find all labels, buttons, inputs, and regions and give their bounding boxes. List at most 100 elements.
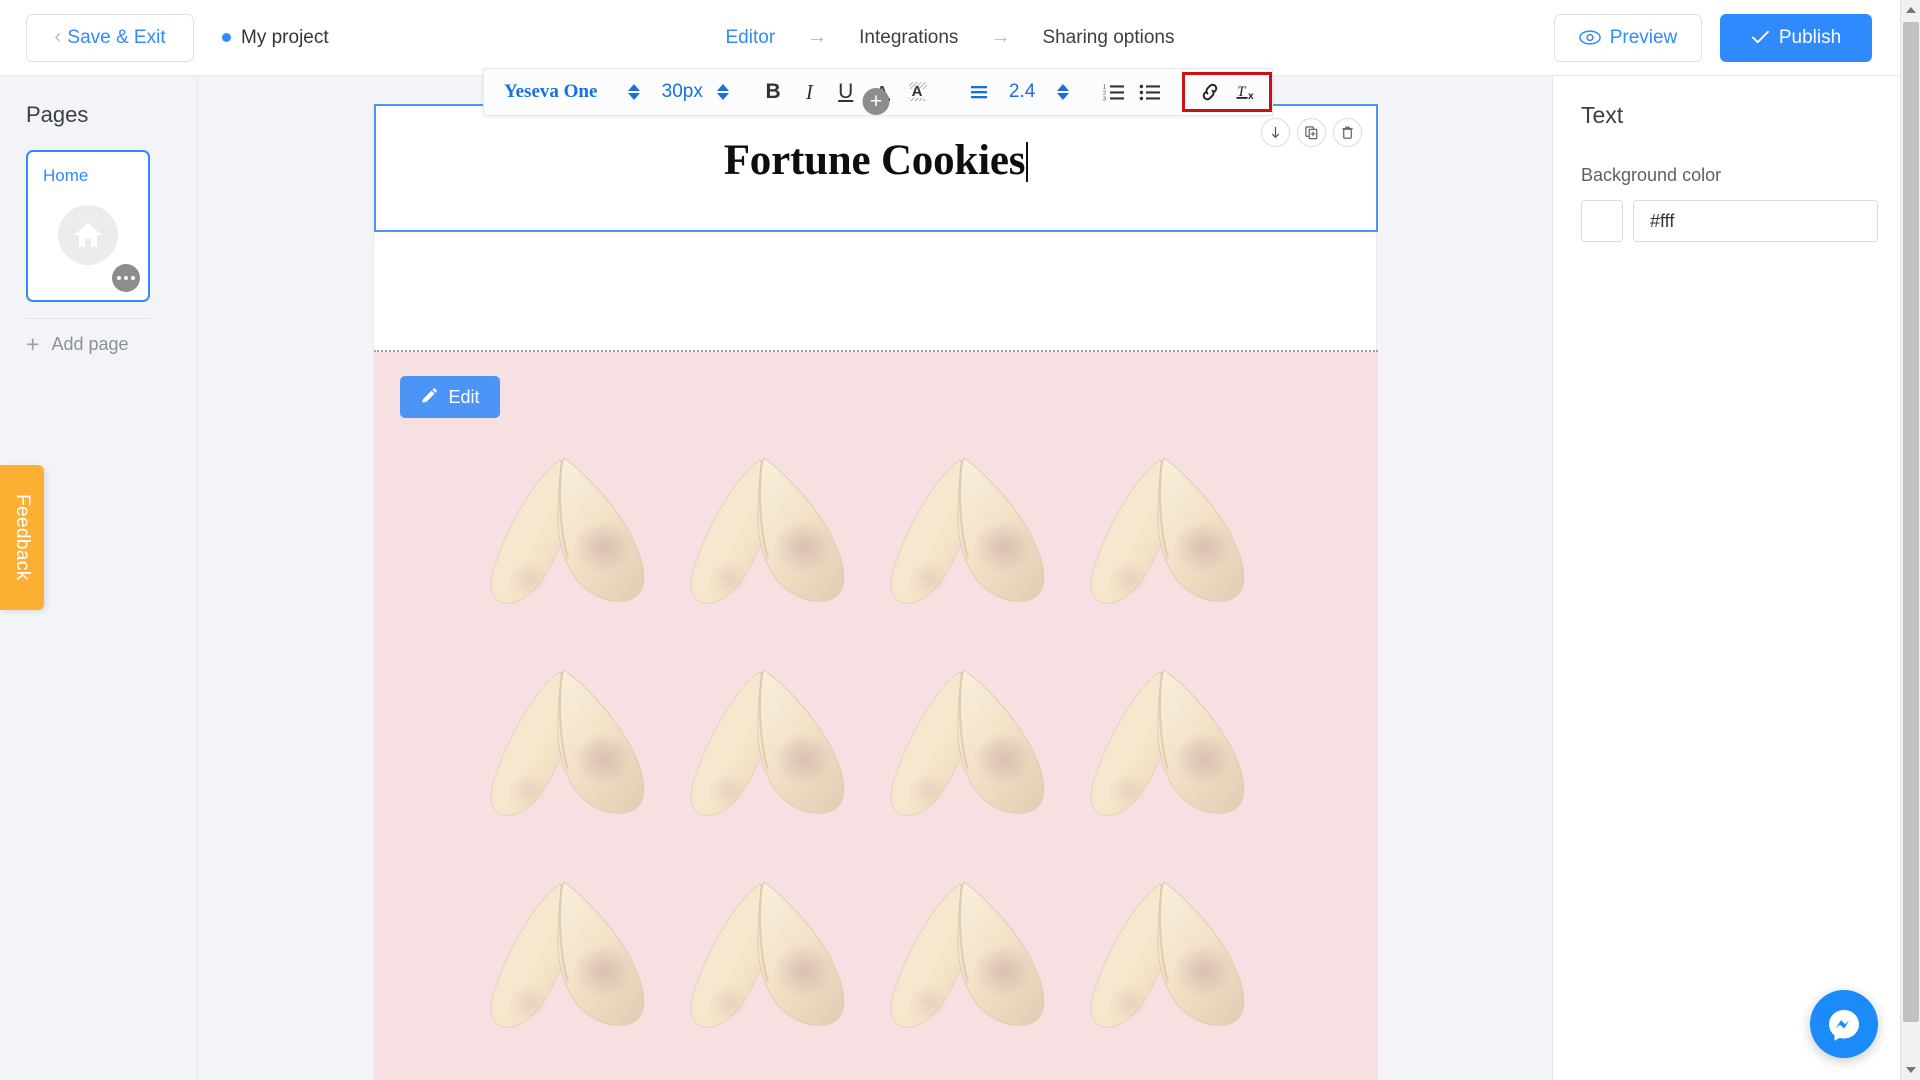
feedback-tab[interactable]: Feedback — [0, 465, 44, 610]
tab-editor[interactable]: Editor — [720, 27, 782, 49]
duplicate-button[interactable] — [1297, 118, 1326, 147]
line-height-icon — [970, 86, 987, 99]
numbered-list-icon: 1 2 3 — [1103, 85, 1124, 103]
scroll-down-icon — [1906, 1067, 1916, 1073]
line-height-value[interactable]: 2.4 — [1009, 81, 1035, 103]
check-icon — [1751, 30, 1769, 44]
project-name-label: My project — [241, 26, 329, 48]
edit-image-block-button[interactable]: Edit — [400, 376, 500, 418]
project-name-group[interactable]: My project — [222, 27, 329, 49]
cookie-image — [672, 426, 872, 638]
preview-label: Preview — [1609, 26, 1678, 48]
feedback-label: Feedback — [12, 494, 33, 581]
font-size-select[interactable]: 30px — [662, 81, 703, 103]
cookie-image — [472, 426, 672, 638]
trash-icon — [1342, 126, 1353, 139]
cookie-image — [872, 426, 1072, 638]
cookie-image — [872, 638, 1072, 850]
page-thumbnail — [58, 204, 118, 265]
font-size-stepper[interactable] — [716, 84, 729, 100]
clear-formatting-icon: T x — [1236, 84, 1254, 102]
divider — [26, 318, 150, 319]
text-caret — [1026, 142, 1029, 182]
top-bar-actions: Preview Publish — [1554, 13, 1872, 62]
block-actions — [1261, 118, 1362, 147]
svg-text:3: 3 — [1103, 97, 1106, 103]
scrollbar-thumb[interactable] — [1903, 22, 1919, 1022]
sidebar-item-home[interactable]: Home — [26, 150, 150, 302]
arrow-down-icon — [1271, 126, 1280, 139]
link-icon — [1202, 83, 1218, 101]
dot — [117, 276, 121, 280]
clear-formatting-button[interactable]: T x — [1231, 75, 1265, 109]
add-page-label: Add page — [51, 334, 129, 354]
preview-button[interactable]: Preview — [1554, 13, 1702, 62]
italic-label: I — [805, 79, 813, 104]
eye-icon — [1578, 30, 1601, 45]
underline-button[interactable]: U — [830, 75, 862, 109]
bulleted-list-icon — [1139, 84, 1160, 101]
insert-link-button[interactable] — [1193, 75, 1227, 109]
cookie-image — [672, 850, 872, 1062]
tab-sharing-options[interactable]: Sharing options — [1036, 27, 1180, 49]
cookie-image — [472, 850, 672, 1062]
cookie-image — [1072, 850, 1272, 1062]
messenger-chat-button[interactable] — [1810, 990, 1878, 1058]
line-height-stepper[interactable] — [1057, 84, 1070, 100]
scroll-down-button[interactable] — [1901, 1060, 1920, 1080]
cookie-image — [472, 638, 672, 850]
tab-integrations[interactable]: Integrations — [853, 27, 964, 49]
text-highlight-button[interactable]: A — [902, 75, 934, 109]
messenger-icon — [1829, 1010, 1859, 1041]
breadcrumb: Editor → Integrations → Sharing options — [720, 26, 1181, 49]
background-color-label: Background color — [1581, 165, 1722, 185]
italic-button[interactable]: I — [793, 75, 825, 109]
arrow-right-icon: → — [990, 26, 1011, 48]
page-scrollbar[interactable] — [1900, 0, 1920, 1080]
highlighted-tools-group: T x — [1182, 72, 1273, 112]
block-heading[interactable]: Fortune Cookies — [376, 136, 1376, 185]
edit-label: Edit — [448, 386, 480, 407]
text-highlight-icon: A — [909, 82, 928, 101]
add-page-button[interactable]: + Add page — [26, 333, 197, 356]
text-block[interactable]: + Fortune Cookies — [374, 88, 1378, 232]
bold-button[interactable]: B — [757, 75, 789, 109]
page-options-button[interactable] — [112, 264, 140, 292]
panel-title: Text — [1581, 102, 1624, 128]
font-family-stepper[interactable] — [627, 84, 640, 100]
project-status-dot — [222, 33, 231, 42]
background-color-row — [1581, 200, 1900, 242]
bulleted-list-button[interactable] — [1134, 75, 1166, 109]
scroll-up-icon — [1906, 7, 1916, 13]
save-and-exit-label: Save & Exit — [67, 26, 166, 48]
underline-label: U — [838, 80, 854, 103]
arrow-right-icon: → — [807, 26, 828, 48]
duplicate-icon — [1305, 126, 1318, 140]
publish-button[interactable]: Publish — [1720, 13, 1872, 62]
pencil-icon — [422, 388, 438, 403]
save-and-exit-button[interactable]: ‹ Save & Exit — [26, 13, 194, 62]
numbered-list-button[interactable]: 1 2 3 — [1097, 75, 1129, 109]
dot — [124, 276, 128, 280]
add-block-handle[interactable]: + — [862, 88, 890, 115]
background-color-input[interactable] — [1633, 200, 1878, 242]
plus-icon: + — [26, 331, 40, 357]
cookie-image-grid — [472, 426, 1272, 1062]
delete-button[interactable] — [1333, 118, 1362, 147]
cookie-image — [872, 850, 1072, 1062]
page-card-label: Home — [43, 166, 89, 185]
move-down-button[interactable] — [1261, 118, 1290, 147]
bold-label: B — [765, 80, 781, 103]
cookie-image — [672, 638, 872, 850]
page-canvas: + Fortune Cookies Edit — [373, 88, 1378, 1080]
editor-workspace: + Fortune Cookies Edit — [198, 76, 1552, 1080]
font-family-select[interactable]: Yeseva One — [484, 81, 628, 103]
svg-text:x: x — [1248, 91, 1254, 102]
background-color-swatch[interactable] — [1581, 200, 1623, 242]
line-height-button[interactable] — [963, 75, 995, 109]
top-bar: ‹ Save & Exit My project Editor → Integr… — [0, 0, 1900, 76]
cookie-image — [1072, 426, 1272, 638]
image-block[interactable]: Edit — [374, 352, 1378, 1080]
scroll-up-button[interactable] — [1901, 0, 1920, 20]
chevron-left-icon: ‹ — [54, 25, 62, 48]
